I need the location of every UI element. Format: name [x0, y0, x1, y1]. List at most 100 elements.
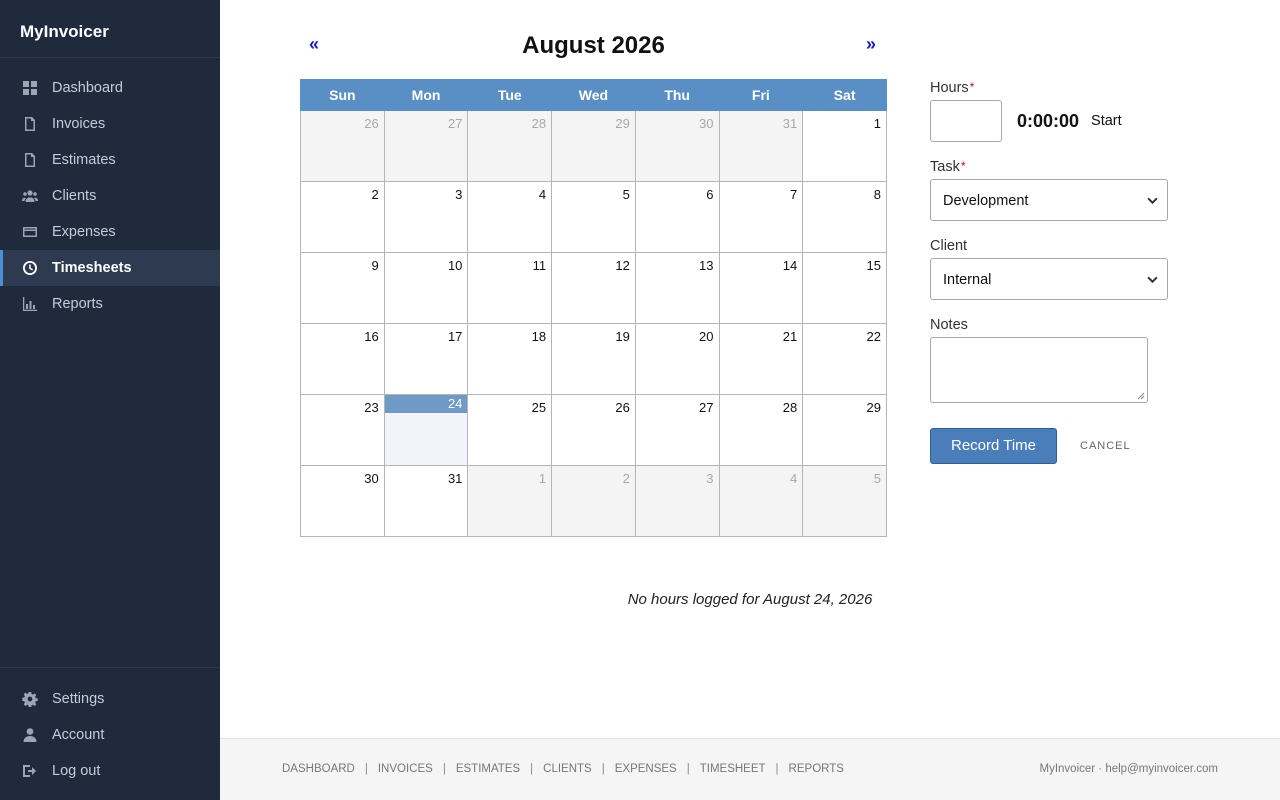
calendar-day[interactable]: 28 — [718, 394, 804, 466]
next-month-button[interactable]: » — [866, 34, 876, 55]
sidebar-item-log-out[interactable]: Log out — [0, 753, 220, 789]
calendar-day[interactable]: 15 — [802, 252, 887, 324]
calendar-day[interactable]: 17 — [383, 323, 469, 395]
clock-icon — [22, 260, 38, 276]
calendar-day[interactable]: 31 — [383, 465, 469, 537]
credit-card-icon — [22, 224, 38, 240]
footer-separator: | — [442, 763, 446, 775]
record-time-button[interactable]: Record Time — [930, 428, 1057, 464]
calendar-day-other-month[interactable]: 27 — [383, 110, 469, 182]
calendar-day[interactable]: 9 — [300, 252, 385, 324]
sidebar-item-account[interactable]: Account — [0, 717, 220, 753]
calendar-day[interactable]: 12 — [551, 252, 636, 324]
calendar-day[interactable]: 4 — [467, 181, 553, 253]
sidebar-item-clients[interactable]: Clients — [0, 178, 220, 214]
invoice-document-icon — [22, 116, 38, 132]
calendar-day[interactable]: 3 — [383, 181, 469, 253]
calendar-day[interactable]: 26 — [551, 394, 636, 466]
calendar-day[interactable]: 14 — [718, 252, 804, 324]
sidebar-item-estimates[interactable]: Estimates — [0, 142, 220, 178]
calendar-day[interactable]: 30 — [300, 465, 385, 537]
calendar-day[interactable]: 10 — [383, 252, 469, 324]
sidebar-item-dashboard[interactable]: Dashboard — [0, 70, 220, 106]
calendar-week-row: 30 31 1 2 3 4 5 — [300, 465, 887, 537]
nav-item-label: Invoices — [52, 116, 106, 132]
notes-textarea[interactable] — [930, 337, 1148, 403]
calendar-day[interactable]: 16 — [300, 323, 385, 395]
footer-link-clients[interactable]: CLIENTS — [543, 763, 592, 775]
calendar-day-other-month[interactable]: 2 — [551, 465, 636, 537]
chevron-down-icon — [1147, 197, 1158, 205]
sidebar-item-expenses[interactable]: Expenses — [0, 214, 220, 250]
required-marker: * — [969, 80, 975, 94]
calendar-day[interactable]: 5 — [551, 181, 636, 253]
nav-item-label: Settings — [52, 691, 105, 707]
hours-input[interactable] — [930, 100, 1002, 142]
calendar-day[interactable]: 1 — [802, 110, 887, 182]
calendar-day[interactable]: 22 — [802, 323, 887, 395]
footer-contact: MyInvoicer · help@myinvoicer.com — [1039, 763, 1218, 775]
task-select[interactable]: Development — [930, 179, 1168, 221]
footer-separator: | — [530, 763, 534, 775]
calendar-day-other-month[interactable]: 28 — [467, 110, 553, 182]
timer-start-button[interactable]: Start — [1091, 113, 1122, 129]
calendar-day-other-month[interactable]: 5 — [802, 465, 887, 537]
cancel-button[interactable]: CANCEL — [1080, 440, 1131, 452]
bar-chart-icon — [22, 296, 38, 312]
calendar-day[interactable]: 29 — [802, 394, 887, 466]
calendar-day[interactable]: 27 — [634, 394, 720, 466]
sidebar-item-settings[interactable]: Settings — [0, 681, 220, 717]
footer-link-dashboard[interactable]: DASHBOARD — [282, 763, 355, 775]
calendar-day[interactable]: 21 — [718, 323, 804, 395]
calendar-day-other-month[interactable]: 29 — [551, 110, 636, 182]
footer-link-invoices[interactable]: INVOICES — [378, 763, 433, 775]
sidebar-item-invoices[interactable]: Invoices — [0, 106, 220, 142]
calendar-day[interactable]: 11 — [467, 252, 553, 324]
calendar-day-other-month[interactable]: 4 — [718, 465, 804, 537]
calendar-day[interactable]: 7 — [718, 181, 804, 253]
nav-item-label: Dashboard — [52, 80, 123, 96]
calendar-day-other-month[interactable]: 30 — [634, 110, 720, 182]
no-hours-message: No hours logged for August 24, 2026 — [627, 591, 873, 608]
calendar-day-other-month[interactable]: 3 — [634, 465, 720, 537]
calendar-day-other-month[interactable]: 26 — [300, 110, 385, 182]
calendar-day-other-month[interactable]: 31 — [718, 110, 804, 182]
user-icon — [22, 727, 38, 743]
calendar-day[interactable]: 6 — [634, 181, 720, 253]
calendar-day[interactable]: 2 — [300, 181, 385, 253]
calendar-day[interactable]: 25 — [467, 394, 553, 466]
calendar-day[interactable]: 13 — [634, 252, 720, 324]
client-label: Client — [930, 238, 968, 254]
calendar-week-row: 26 27 28 29 30 31 1 — [300, 110, 887, 182]
resize-grip-icon[interactable] — [1137, 392, 1145, 400]
sidebar-item-reports[interactable]: Reports — [0, 286, 220, 322]
footer-separator: | — [364, 763, 368, 775]
calendar-day[interactable]: 8 — [802, 181, 887, 253]
footer-link-expenses[interactable]: EXPENSES — [615, 763, 677, 775]
calendar-day-other-month[interactable]: 1 — [467, 465, 553, 537]
secondary-nav: Settings Account Log out — [0, 667, 220, 789]
footer-link-estimates[interactable]: ESTIMATES — [456, 763, 520, 775]
time-entry-form: Hours* 0:00:00 Start Task* Development C… — [930, 80, 1250, 464]
calendar-week-row: 16 17 18 19 20 21 22 — [300, 323, 887, 395]
footer-separator: | — [686, 763, 690, 775]
calendar-month-title: August 2026 — [522, 32, 665, 59]
sidebar: MyInvoicer Dashboard Invoices Estimates Cli… — [0, 0, 220, 800]
calendar-day[interactable]: 19 — [551, 323, 636, 395]
calendar-day[interactable]: 20 — [634, 323, 720, 395]
nav-item-label: Estimates — [52, 152, 116, 168]
notes-label: Notes — [930, 317, 968, 333]
calendar-day[interactable]: 23 — [300, 394, 385, 466]
nav-item-label: Expenses — [52, 224, 116, 240]
calendar-day-selected[interactable]: 24 — [383, 394, 469, 466]
brand-logo[interactable]: MyInvoicer — [0, 0, 220, 58]
footer-link-timesheet[interactable]: TIMESHEET — [700, 763, 766, 775]
dashboard-icon — [22, 80, 38, 96]
footer-link-reports[interactable]: REPORTS — [789, 763, 844, 775]
calendar-week-row: 2345678 — [300, 181, 887, 253]
calendar-day[interactable]: 18 — [467, 323, 553, 395]
client-select[interactable]: Internal — [930, 258, 1168, 300]
sidebar-item-timesheets[interactable]: Timesheets — [0, 250, 220, 286]
day-number: 24 — [384, 395, 468, 413]
calendar-header: « August 2026 » — [300, 28, 887, 64]
